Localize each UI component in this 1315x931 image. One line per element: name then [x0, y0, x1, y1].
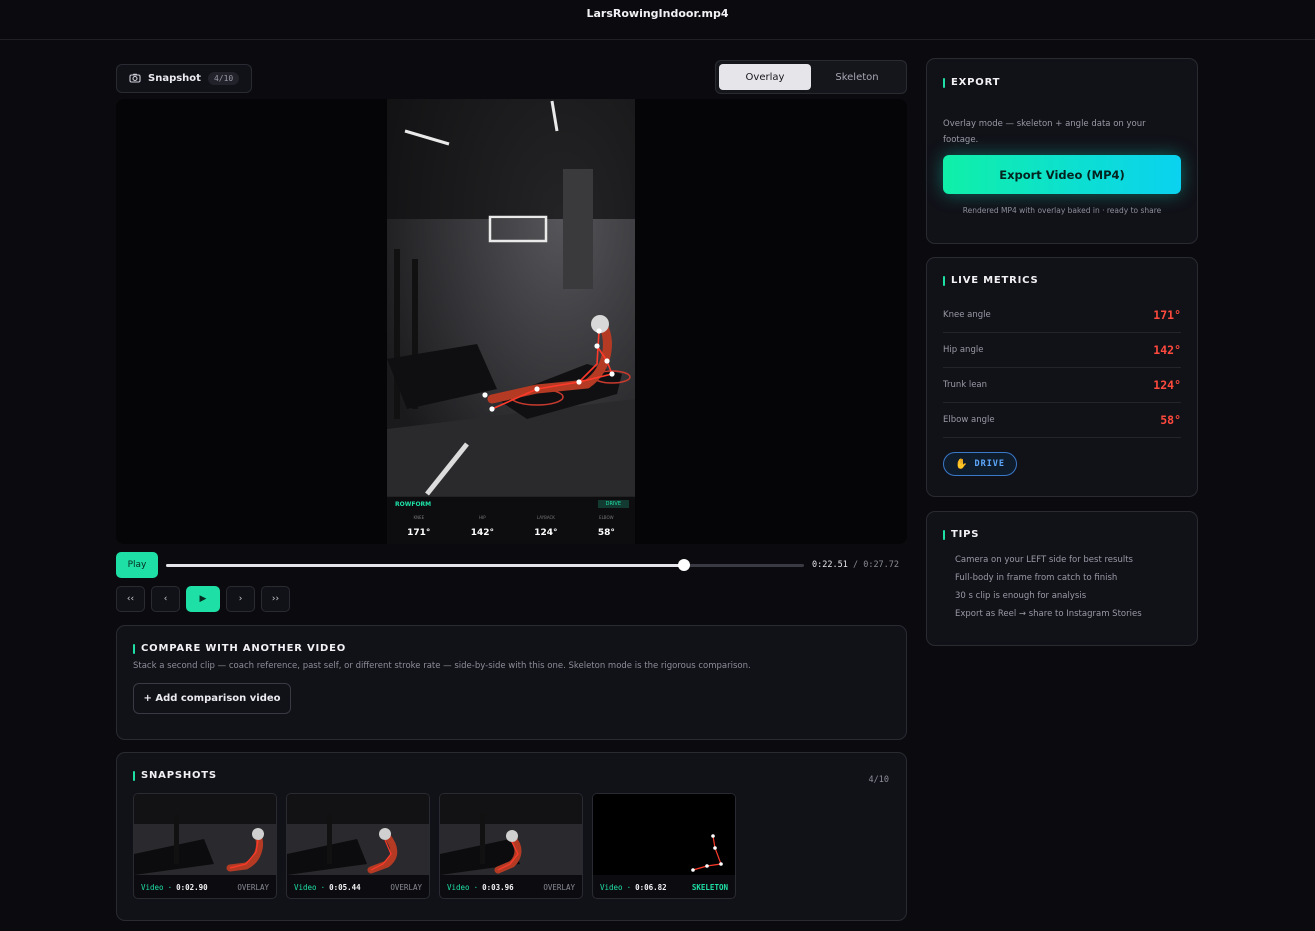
total-time: 0:27.72 — [863, 560, 900, 570]
metric-row-hip: Hip angle 142° — [943, 333, 1181, 368]
video-metrics-hud: ROWFORM DRIVE KNEE 171° HIP 142° LAYBACK 12… — [387, 496, 635, 544]
export-video-button[interactable]: Export Video (MP4) — [943, 155, 1181, 194]
tip-item: Export as Reel → share to Instagram Stor… — [955, 609, 1142, 619]
snapshot-count-badge: 4/10 — [207, 71, 240, 85]
snapshot-image — [287, 794, 429, 875]
rower-scene-image — [387, 99, 635, 496]
export-card: EXPORT Overlay mode — skeleton + angle d… — [926, 58, 1198, 244]
snapshot-thumbnail[interactable]: Video · 0:03.96 OVERLAY — [439, 793, 583, 899]
tip-item: Camera on your LEFT side for best result… — [955, 555, 1133, 565]
snapshots-card: SNAPSHOTS 4/10 Video · 0:02.90 OVERLAY V… — [116, 752, 907, 921]
metric-row-knee: Knee angle 171° — [943, 298, 1181, 333]
snapshot-thumbnail[interactable]: Video · 0:05.44 OVERLAY — [286, 793, 430, 899]
seek-handle[interactable] — [678, 558, 691, 571]
compare-description: Stack a second clip — coach reference, p… — [133, 661, 751, 671]
snapshots-count: 4/10 — [868, 775, 889, 785]
tip-item: Full-body in frame from catch to finish — [955, 573, 1118, 583]
snapshot-button[interactable]: Snapshot 4/10 — [116, 63, 253, 93]
playback-controls: Play 0:22.51 / 0:27.72 — [116, 552, 907, 578]
snapshot-thumbnail[interactable]: Video · 0:06.82 SKELETON — [592, 793, 736, 899]
tips-card: TIPS Camera on your LEFT side for best r… — [926, 511, 1198, 646]
view-mode-toggle: Overlay Skeleton — [715, 60, 907, 94]
hud-metric-elbow: ELBOW 58° — [597, 515, 615, 538]
export-title: EXPORT — [943, 77, 1181, 88]
skip-forward-button[interactable]: ›› — [261, 586, 290, 612]
metric-row-trunk: Trunk lean 124° — [943, 368, 1181, 403]
step-forward-button[interactable]: › — [226, 586, 255, 612]
hud-metric-hip: HIP 142° — [470, 515, 494, 538]
video-frame: ROWFORM DRIVE KNEE 171° HIP 142° LAYBACK 12… — [387, 99, 635, 544]
live-metrics-card: LIVE METRICS Knee angle 171° Hip angle 142… — [926, 257, 1198, 497]
export-note: Rendered MP4 with overlay baked in · rea… — [962, 206, 1162, 215]
live-metrics-title: LIVE METRICS — [943, 275, 1181, 286]
snapshot-image — [440, 794, 582, 875]
app-header: LarsRowingIndoor.mp4 — [0, 0, 1315, 40]
time-readout: 0:22.51 / 0:27.72 — [812, 560, 900, 570]
phase-badge: ✋ DRIVE — [943, 452, 1018, 476]
camera-icon — [129, 73, 141, 83]
compare-card: COMPARE WITH ANOTHER VIDEO Stack a secon… — [116, 625, 907, 740]
tab-skeleton[interactable]: Skeleton — [811, 64, 903, 90]
snapshots-title: SNAPSHOTS — [133, 770, 890, 781]
play-pause-button[interactable]: ▶ — [186, 586, 220, 612]
hud-metric-knee: KNEE 171° — [407, 515, 431, 538]
tip-item: 30 s clip is enough for analysis — [955, 591, 1087, 601]
hud-phase-badge: DRIVE — [597, 500, 629, 508]
metric-row-elbow: Elbow angle 58° — [943, 403, 1181, 438]
video-toolbar: Snapshot 4/10 Overlay Skeleton — [116, 58, 907, 94]
snapshot-image — [593, 794, 735, 875]
seek-progress — [166, 563, 685, 567]
snapshot-image — [134, 794, 276, 875]
tips-title: TIPS — [943, 529, 1181, 540]
hud-metric-layback: LAYBACK 124° — [534, 515, 558, 538]
sidebar: EXPORT Overlay mode — skeleton + angle d… — [926, 58, 1198, 646]
compare-title: COMPARE WITH ANOTHER VIDEO — [133, 643, 890, 654]
snapshot-thumbnail[interactable]: Video · 0:02.90 OVERLAY — [133, 793, 277, 899]
frame-step-controls: ‹‹ ‹ ▶ › ›› — [116, 586, 907, 612]
flexed-arm-icon: ✋ — [955, 458, 969, 470]
export-description: Overlay mode — skeleton + angle data on … — [943, 119, 1146, 145]
play-button[interactable]: Play — [116, 552, 158, 578]
file-title: LarsRowingIndoor.mp4 — [586, 7, 729, 20]
seek-slider[interactable] — [166, 558, 804, 571]
main-column: Snapshot 4/10 Overlay Skeleton ROWFORM D… — [116, 58, 907, 921]
add-comparison-button[interactable]: + Add comparison video — [133, 683, 291, 714]
skip-back-button[interactable]: ‹‹ — [116, 586, 145, 612]
video-player[interactable]: ROWFORM DRIVE KNEE 171° HIP 142° LAYBACK 12… — [116, 99, 907, 544]
current-time: 0:22.51 — [812, 560, 848, 570]
tab-overlay[interactable]: Overlay — [719, 64, 811, 90]
snapshot-label: Snapshot — [148, 72, 201, 84]
step-back-button[interactable]: ‹ — [151, 586, 180, 612]
hud-brand: ROWFORM — [395, 501, 432, 508]
